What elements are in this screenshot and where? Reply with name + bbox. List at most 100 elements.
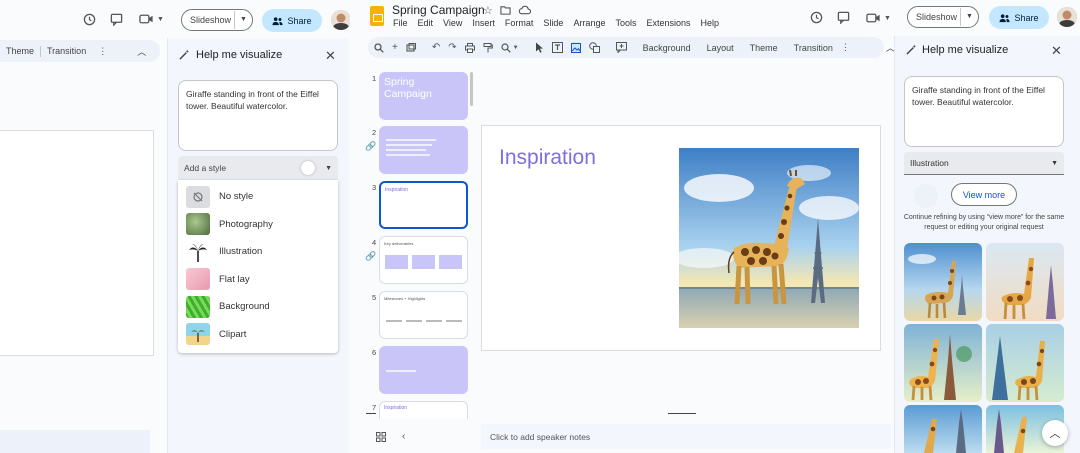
style-option-label: Background <box>219 301 270 313</box>
slide-number: 4 <box>372 238 377 247</box>
slide-number: 6 <box>372 348 377 357</box>
close-icon[interactable]: ✕ <box>1051 43 1062 59</box>
result-image-5[interactable] <box>904 405 982 453</box>
style-option-background[interactable]: Background <box>178 293 338 321</box>
prompt-textarea[interactable]: Giraffe standing in front of the Eiffel … <box>178 80 338 151</box>
slide-number: 2 <box>372 128 377 137</box>
view-more-button[interactable]: View more <box>951 183 1017 206</box>
slide-title[interactable]: Inspiration <box>499 146 596 170</box>
result-image-2[interactable] <box>986 243 1064 321</box>
paint-format-icon[interactable] <box>483 42 493 53</box>
style-option-illustration[interactable]: Illustration <box>178 238 338 266</box>
chevron-up-icon[interactable]: ︿ <box>131 45 152 58</box>
speaker-notes-placeholder: Click to add speaker notes <box>490 431 591 442</box>
star-icon[interactable]: ☆ <box>483 4 493 17</box>
menu-help[interactable]: Help <box>701 18 720 28</box>
grid-view-icon[interactable] <box>376 431 386 442</box>
menu-slide[interactable]: Slide <box>543 18 563 28</box>
menu-file[interactable]: File <box>393 18 408 28</box>
menu-extensions[interactable]: Extensions <box>646 18 690 28</box>
avatar[interactable] <box>331 10 351 30</box>
comment-icon[interactable] <box>837 11 850 24</box>
slide-thumbnail-2[interactable] <box>379 126 468 174</box>
slide-thumbnail-1[interactable]: Spring Campaign <box>379 72 468 120</box>
style-option-photography[interactable]: Photography <box>178 211 338 239</box>
menu-format[interactable]: Format <box>505 18 534 28</box>
cursor-indicator <box>301 161 316 175</box>
avatar[interactable] <box>1057 7 1077 27</box>
slideshow-button[interactable]: Slideshow ▼ <box>907 6 979 28</box>
new-slide-icon[interactable] <box>406 42 416 53</box>
style-option-clipart[interactable]: Clipart <box>178 321 338 349</box>
select-cursor-icon[interactable] <box>535 42 544 53</box>
speaker-notes[interactable]: Click to add speaker notes <box>481 424 891 449</box>
left-toolbar: Theme Transition ⋮ ︿ <box>0 40 160 62</box>
undo-icon[interactable]: ↶ <box>432 42 440 53</box>
history-icon[interactable] <box>810 11 823 24</box>
more-vert-icon[interactable]: ⋮ <box>841 42 850 53</box>
share-button[interactable]: Share <box>989 6 1049 29</box>
slideshow-label: Slideshow <box>916 12 958 22</box>
prompt-textarea[interactable]: Giraffe standing in front of the Eiffel … <box>904 76 1064 147</box>
slides-logo-icon[interactable] <box>370 6 384 26</box>
background-button[interactable]: Background <box>643 43 691 53</box>
slide-thumbnail-7[interactable]: Inspiration <box>379 401 468 419</box>
slide-thumbnail-5[interactable]: Milestones + Highlights <box>379 291 468 339</box>
print-icon[interactable] <box>464 42 475 53</box>
menu-edit[interactable]: Edit <box>418 18 434 28</box>
menu-tools[interactable]: Tools <box>615 18 636 28</box>
text-box-icon[interactable] <box>551 42 563 53</box>
slide-thumbnail-4[interactable]: Key deliverables <box>379 236 468 284</box>
cloud-status-icon[interactable] <box>518 5 531 15</box>
resize-handle[interactable] <box>668 413 696 414</box>
result-image-4[interactable] <box>986 324 1064 402</box>
chevron-up-icon: ︿ <box>1049 428 1061 440</box>
menu-view[interactable]: View <box>443 18 462 28</box>
redo-icon[interactable]: ↷ <box>448 42 456 53</box>
comment-icon[interactable] <box>110 13 123 26</box>
style-dropdown[interactable]: Illustration ▼ <box>904 152 1064 175</box>
document-title[interactable]: Spring Campaign <box>392 3 485 17</box>
history-icon[interactable] <box>83 13 96 26</box>
zoom-icon[interactable]: ▼ <box>501 42 519 53</box>
scroll-to-top-button[interactable]: ︿ <box>1042 420 1068 446</box>
giraffe-image[interactable] <box>679 148 859 328</box>
left-notes-bar <box>0 430 150 453</box>
add-comment-icon[interactable] <box>615 42 627 53</box>
share-label: Share <box>1014 12 1039 23</box>
chevron-down-icon[interactable]: ▼ <box>234 11 252 29</box>
style-option-flat-lay[interactable]: Flat lay <box>178 266 338 294</box>
slideshow-button[interactable]: Slideshow ▼ <box>181 9 253 31</box>
result-image-1[interactable] <box>904 243 982 321</box>
menu-arrange[interactable]: Arrange <box>573 18 605 28</box>
move-folder-icon[interactable] <box>500 5 511 15</box>
slide-thumbnail-3[interactable]: Inspiration <box>379 181 468 229</box>
result-image-3[interactable] <box>904 324 982 402</box>
transition-button[interactable]: Transition <box>41 46 92 56</box>
theme-button[interactable]: Theme <box>0 46 40 56</box>
menu-insert[interactable]: Insert <box>472 18 495 28</box>
style-option-no-style[interactable]: No style <box>178 183 338 211</box>
no-style-icon <box>186 185 210 208</box>
close-icon[interactable]: ✕ <box>325 48 336 64</box>
add-icon[interactable]: + <box>392 42 398 53</box>
slide-thumbnail-6[interactable] <box>379 346 468 394</box>
slide-number: 7 <box>372 403 377 412</box>
theme-button[interactable]: Theme <box>750 43 778 53</box>
collapse-filmstrip-icon[interactable]: ‹ <box>402 431 405 442</box>
scrollbar[interactable] <box>470 72 473 106</box>
search-icon[interactable] <box>374 42 384 53</box>
chevron-down-icon[interactable]: ▼ <box>960 8 978 26</box>
layout-button[interactable]: Layout <box>707 43 734 53</box>
image-icon[interactable] <box>570 42 581 53</box>
shape-icon[interactable] <box>588 42 600 53</box>
more-vert-icon[interactable]: ⋮ <box>92 46 113 57</box>
transition-button[interactable]: Transition <box>794 43 833 53</box>
meet-icon[interactable]: ▼ <box>866 12 891 24</box>
meet-icon[interactable]: ▼ <box>139 13 164 25</box>
left-slide-canvas[interactable] <box>0 130 154 356</box>
chevron-down-icon: ▼ <box>884 14 891 22</box>
style-dropdown[interactable]: Add a style ▼ <box>178 156 338 180</box>
slide-thumb-title: Inspiration <box>385 187 409 193</box>
share-button[interactable]: Share <box>262 9 322 32</box>
